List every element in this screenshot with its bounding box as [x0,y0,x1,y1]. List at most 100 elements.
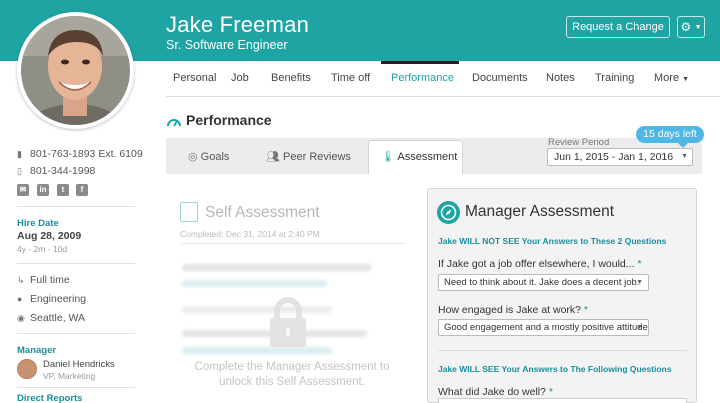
chevron-down-icon: ▼ [636,324,643,331]
tab-personal[interactable]: Personal [173,72,216,84]
employee-name: Jake Freeman [166,12,310,37]
tab-documents[interactable]: Documents [472,72,528,84]
subtab-peer-reviews-label: Peer Reviews [283,151,351,163]
did-well-textarea[interactable] [438,398,687,403]
question-engagement-text: How engaged is Jake at work? [438,304,581,316]
tab-more[interactable]: More ▼ [654,72,689,84]
manager-title: VP, Marketing [43,371,96,381]
self-assessment-title: Self Assessment [205,204,320,221]
engagement-select[interactable]: Good engagement and a mostly positive at… [438,319,649,336]
completed-label: Completed: [180,229,224,239]
active-tab-indicator [381,61,459,64]
twitter-icon[interactable]: t [57,184,69,196]
person-icon: ● [17,294,23,304]
engagement-answer: Good engagement and a mostly positive at… [444,322,649,333]
thermometer-icon: 🌡︎ [381,151,395,163]
work-phone-ext: Ext. 6109 [98,148,143,160]
question-job-offer: If Jake got a job offer elsewhere, I wou… [438,258,642,270]
sidebar-divider [17,387,135,388]
review-period-label: Review Period [548,137,610,148]
self-assessment-divider [180,243,406,244]
chevron-down-icon: ▼ [681,153,688,160]
question-engagement: How engaged is Jake at work? * [438,304,588,316]
required-marker: * [583,304,589,316]
frame-icon [180,202,198,222]
shared-questions-heading: Jake WILL SEE Your Answers to The Follow… [438,364,672,374]
completed-value: Dec 31, 2014 at 2:40 PM [225,229,320,239]
sidebar-divider [17,333,135,334]
map-pin-icon: ◉ [17,313,25,323]
tenure: 4y - 2m - 10d [17,244,68,254]
gauge-icon [167,119,181,127]
lock-icon [270,297,306,347]
private-questions-heading: Jake WILL NOT SEE Your Answers to These … [438,236,667,246]
direct-reports-label: Direct Reports [17,393,83,403]
target-icon: ◎ [188,151,198,163]
manager-name[interactable]: Daniel Hendricks [43,359,115,370]
tab-training[interactable]: Training [595,72,634,84]
manager-label: Manager [17,345,57,356]
tab-performance[interactable]: Performance [391,72,454,84]
required-marker: * [548,386,553,398]
mobile-phone-number: 801-344-1998 [30,165,96,177]
manager-assessment-title: Manager Assessment [465,203,615,220]
department-label: Engineering [30,293,87,305]
performance-title-text: Performance [186,112,272,128]
manager-avatar[interactable] [17,359,37,379]
work-phone: ▮ 801-763-1893 Ext. 6109 [17,148,143,160]
chevron-down-icon: ▼ [636,279,643,286]
required-marker: * [637,258,642,270]
locked-message-line1: Complete the Manager Assessment to [194,361,390,373]
department: ● Engineering [17,293,86,305]
email-icon[interactable]: ✉ [17,184,29,196]
chevron-down-icon: ▼ [682,76,690,83]
linkedin-icon[interactable]: in [37,184,49,196]
sidebar-divider [17,263,135,264]
manager-panel-divider [438,350,687,351]
tab-notes[interactable]: Notes [546,72,575,84]
question-did-well-text: What did Jake do well? [438,386,546,398]
question-job-offer-text: If Jake got a job offer elsewhere, I wou… [438,258,635,270]
performance-heading: Performance [166,112,272,128]
subtab-assessment[interactable]: 🌡︎ Assessment [381,150,457,163]
phone-icon: ▮ [17,149,22,159]
people-icon: 👥︎ [266,151,280,163]
location-label: Seattle, WA [30,312,86,324]
employee-title: Sr. Software Engineer [166,38,288,52]
chevron-down-icon: ▼ [694,23,702,31]
locked-message: Complete the Manager Assessment to unlock… [178,360,406,390]
blurred-question [182,264,372,271]
tab-job[interactable]: Job [231,72,249,84]
subtab-goals[interactable]: ◎ Goals [188,150,229,163]
question-did-well: What did Jake do well? * [438,386,553,398]
subtab-assessment-label: Assessment [397,151,458,163]
self-assessment-completed: Completed: Dec 31, 2014 at 2:40 PM [180,229,320,239]
job-offer-answer: Need to think about it. Jake does a dece… [444,277,640,288]
hire-date-label: Hire Date [17,218,59,229]
hire-date: Aug 28, 2009 [17,230,82,242]
tab-benefits[interactable]: Benefits [271,72,311,84]
gear-icon: ⚙ [680,20,692,34]
work-phone-number: 801-763-1893 [30,148,96,160]
review-period-select[interactable]: Jun 1, 2015 - Jan 1, 2016 ▼ [547,148,693,166]
mobile-icon: ▯ [17,166,22,176]
tab-more-label: More [654,72,680,84]
arrow-icon: ↳ [17,275,25,285]
subtab-peer-reviews[interactable]: 👥︎ Peer Reviews [266,150,351,163]
job-offer-select[interactable]: Need to think about it. Jake does a dece… [438,274,649,291]
locked-message-line2: unlock this Self Assessment. [219,376,365,388]
sidebar-divider [17,206,135,207]
request-change-button[interactable]: Request a Change [566,16,670,38]
subtab-goals-label: Goals [200,151,230,163]
employment-type: ↳ Full time [17,274,70,286]
avatar [17,12,134,129]
compass-icon [437,201,460,224]
tab-time-off[interactable]: Time off [331,72,370,84]
review-period-value: Jun 1, 2015 - Jan 1, 2016 [554,151,674,163]
location: ◉ Seattle, WA [17,312,85,324]
mobile-phone: ▯ 801-344-1998 [17,165,95,177]
facebook-icon[interactable]: f [76,184,88,196]
employment-type-label: Full time [30,274,70,286]
settings-menu-button[interactable]: ⚙ ▼ [677,16,705,38]
profile-tabs: Personal Job Benefits Time off Performan… [166,61,720,97]
